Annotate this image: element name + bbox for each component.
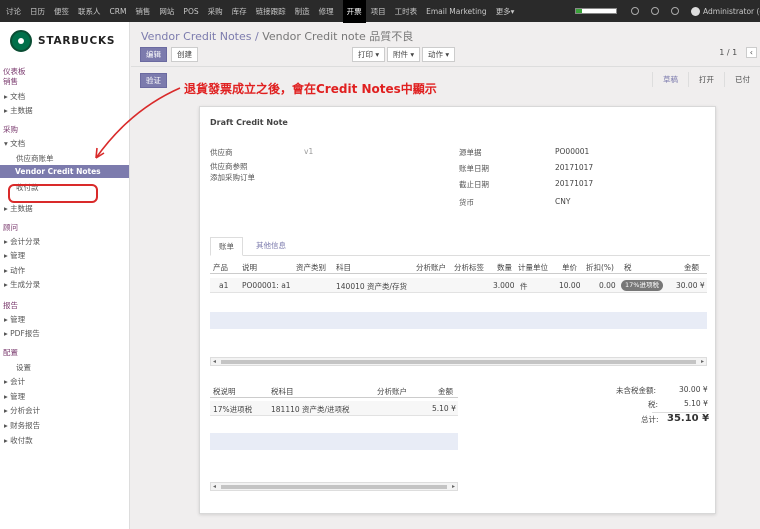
tax-line-description: 17%进项税 [213,405,253,414]
empty-row [210,312,707,329]
total-label: 总计: [641,415,659,424]
status-bar: 草稿 打开 已付 [652,72,760,87]
column-header-analytic-account[interactable]: 分析账户 [416,262,446,273]
column-header-discount[interactable]: 折扣(%) [586,262,614,273]
tax-line-amount: 5.10 ¥ [432,404,456,413]
tax-value: 5.10 ¥ [684,399,708,408]
line-discount: 0.00 [599,281,616,290]
column-header-product[interactable]: 产品 [213,262,228,273]
line-quantity: 3.000 [493,281,515,290]
tax-lines-table: 税说明 税科目 分析账户 金额 17%进项税 181110 资产类/进项税 5.… [210,383,458,453]
add-purchase-order-label: 添加采购订单 [210,173,255,182]
main-content: Vendor Credit Notes / Vendor Credit note… [131,22,760,529]
credit-note-sheet: Draft Credit Note 供应商 v1 供应商参照 添加采购订单 源单… [199,106,716,514]
horizontal-scrollbar[interactable]: ◂ ▸ [210,357,707,366]
line-account: 140010 资产类/存货 [336,282,408,291]
bill-date-label: 账单日期 [459,164,489,173]
column-header-taxes[interactable]: 税 [624,262,632,273]
currency-label: 货币 [459,198,474,207]
column-header-asset-category[interactable]: 资产类别 [296,262,326,273]
line-unit-price: 10.00 [559,281,581,290]
line-amount: 30.00 ¥ [676,281,705,290]
column-header-uom[interactable]: 计量单位 [518,262,548,273]
pager: 1 / 1 ‹ [719,47,757,58]
tax-table-header: 税说明 税科目 分析账户 金额 [210,383,458,398]
untaxed-amount-value: 30.00 ¥ [679,385,708,394]
breadcrumb-current: Vendor Credit note 品質不良 [262,30,414,43]
scroll-right-icon[interactable]: ▸ [701,358,704,365]
source-document-label: 源单据 [459,148,482,157]
status-step[interactable]: 草稿 [652,72,688,87]
notebook-tabs: 账单 其他信息 [210,237,710,256]
table-row[interactable]: a1 PO00001: a1 140010 资产类/存货 3.000 件 10.… [210,278,707,293]
invoice-lines-table: 产品 说明 资产类别 科目 分析账户 分析标签 数量 计量单位 单价 折扣(%)… [210,259,707,354]
due-date-field[interactable]: 20171017 [555,179,593,188]
column-header-analytic-tags[interactable]: 分析标签 [454,262,484,273]
line-uom: 件 [520,282,528,291]
source-document-value: PO00001 [555,147,590,156]
breadcrumb-parent-link[interactable]: Vendor Credit Notes [141,30,252,43]
edit-button[interactable]: 编辑 [140,47,167,62]
column-header-account[interactable]: 科目 [336,262,351,273]
status-step[interactable]: 打开 [688,72,724,87]
scroll-right-icon[interactable]: ▸ [452,483,455,490]
bill-date-field[interactable]: 20171017 [555,163,593,172]
breadcrumb-separator: / [255,30,259,43]
annotation-text: 退貨發票成立之後，會在Credit Notes中顯示 [184,82,437,96]
tax-horizontal-scrollbar[interactable]: ◂ ▸ [210,482,458,491]
table-header: 产品 说明 资产类别 科目 分析账户 分析标签 数量 计量单位 单价 折扣(%)… [210,259,707,274]
untaxed-amount-label: 未含税金额: [616,386,657,395]
scroll-left-icon[interactable]: ◂ [213,358,216,365]
column-header-unit-price[interactable]: 单价 [562,262,577,273]
tax-header-analytic-account[interactable]: 分析账户 [377,386,407,397]
total-value: 35.10 ¥ [667,413,710,424]
column-header-amount[interactable]: 金额 [684,262,699,273]
tax-tag: 17%进项税 [621,280,663,291]
create-button[interactable]: 创建 [171,47,198,62]
tax-line-account: 181110 资产类/进项税 [271,405,350,414]
pager-value: 1 / 1 [719,48,738,57]
tax-header-account[interactable]: 税科目 [271,386,294,397]
document-title: Draft Credit Note [210,118,288,127]
column-header-quantity[interactable]: 数量 [497,262,512,273]
tax-label: 税: [648,400,659,409]
table-row[interactable]: 17%进项税 181110 资产类/进项税 5.10 ¥ [210,401,458,416]
divider [131,66,760,67]
line-product: a1 [219,281,229,290]
tax-header-amount[interactable]: 金额 [438,386,453,397]
due-date-label: 截止日期 [459,180,489,189]
status-step[interactable]: 已付 [724,72,760,87]
action-dropdown[interactable]: 动作 ▾ [422,47,456,62]
tab-bill[interactable]: 账单 [210,237,243,256]
vendor-field[interactable]: v1 [304,147,313,156]
tab-other-info[interactable]: 其他信息 [248,237,294,256]
print-dropdown[interactable]: 打印 ▾ [352,47,386,62]
validate-button[interactable]: 验证 [140,73,167,88]
tax-header-description[interactable]: 税说明 [213,386,236,397]
currency-field[interactable]: CNY [555,197,570,206]
column-header-description[interactable]: 说明 [242,262,257,273]
vendor-reference-label: 供应商参照 [210,162,248,171]
vendor-label: 供应商 [210,148,233,157]
pager-previous-button[interactable]: ‹ [745,47,757,58]
empty-row [210,433,458,450]
attachment-dropdown[interactable]: 附件 ▾ [387,47,421,62]
breadcrumb: Vendor Credit Notes / Vendor Credit note… [141,28,413,44]
scroll-left-icon[interactable]: ◂ [213,483,216,490]
line-description: PO00001: a1 [242,281,291,290]
